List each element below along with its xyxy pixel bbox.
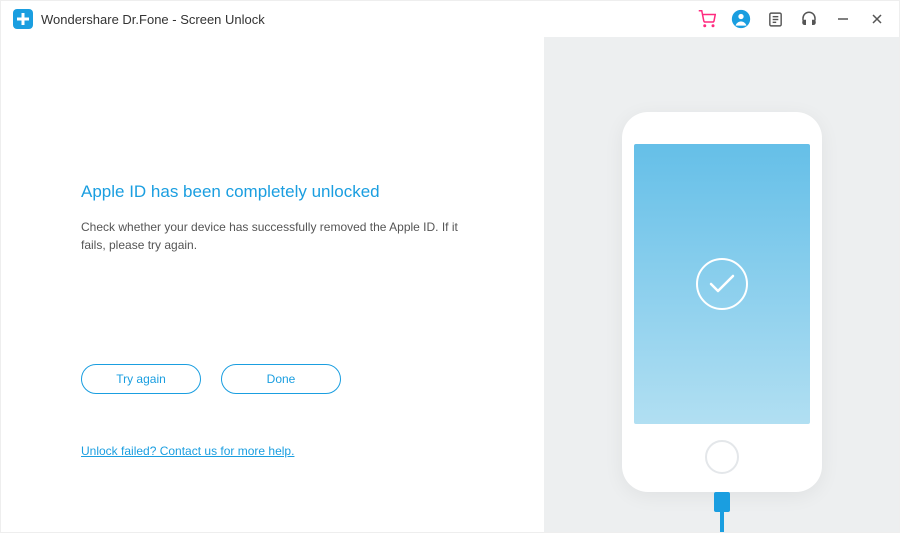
button-row: Try again Done: [81, 364, 504, 394]
close-button[interactable]: [867, 9, 887, 29]
status-heading: Apple ID has been completely unlocked: [81, 182, 504, 202]
app-window: Wondershare Dr.Fone - Screen Unlock: [0, 0, 900, 533]
help-link[interactable]: Unlock failed? Contact us for more help.: [81, 444, 504, 458]
app-title: Wondershare Dr.Fone - Screen Unlock: [41, 12, 689, 27]
minimize-button[interactable]: [833, 9, 853, 29]
done-button[interactable]: Done: [221, 364, 341, 394]
app-logo-icon: [13, 9, 33, 29]
phone-screen: [634, 144, 810, 424]
cable-connector: [714, 492, 730, 512]
feedback-icon[interactable]: [765, 9, 785, 29]
phone-illustration: [622, 112, 822, 492]
left-pane: Apple ID has been completely unlocked Ch…: [1, 37, 544, 532]
content: Apple ID has been completely unlocked Ch…: [1, 37, 899, 532]
support-icon[interactable]: [799, 9, 819, 29]
phone-home-button: [705, 440, 739, 474]
account-icon[interactable]: [731, 9, 751, 29]
cable: [720, 510, 724, 532]
illustration-pane: [544, 37, 899, 532]
titlebar: Wondershare Dr.Fone - Screen Unlock: [1, 1, 899, 37]
title-actions: [697, 9, 887, 29]
status-subtext: Check whether your device has successful…: [81, 218, 461, 254]
checkmark-icon: [694, 256, 750, 312]
cart-icon[interactable]: [697, 9, 717, 29]
try-again-button[interactable]: Try again: [81, 364, 201, 394]
